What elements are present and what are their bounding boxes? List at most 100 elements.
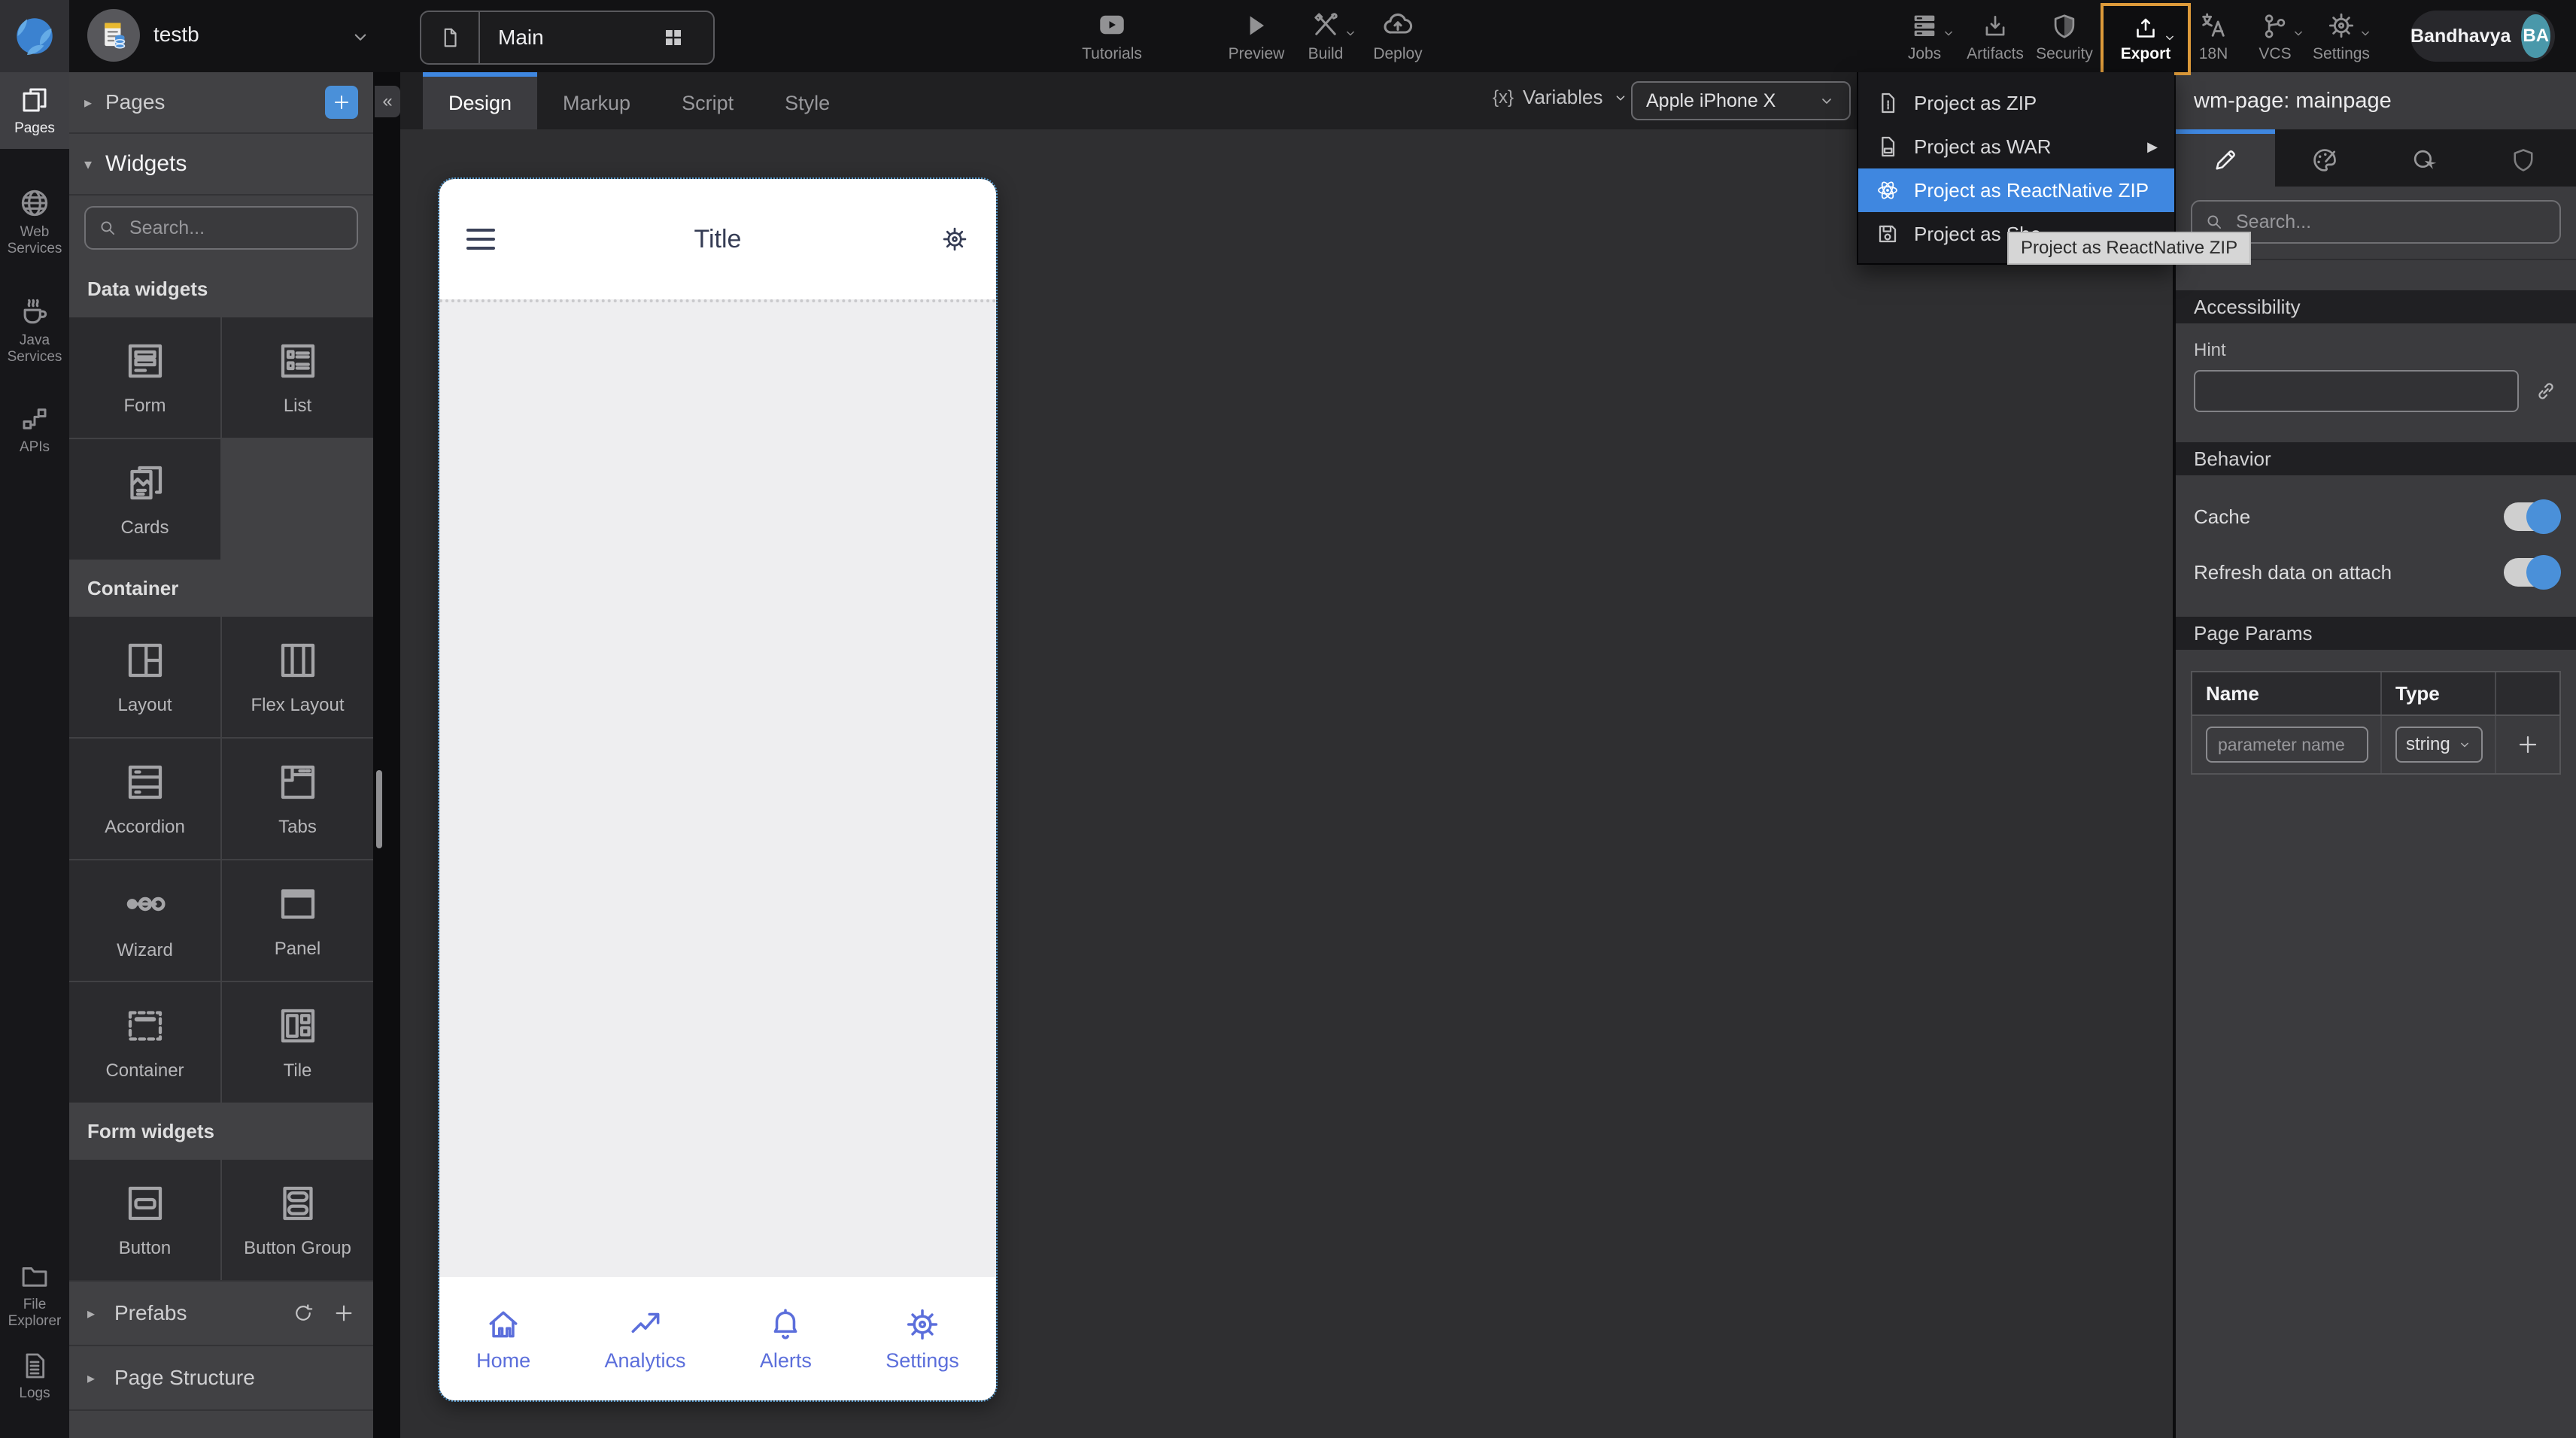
- menu-item-project-as-war[interactable]: Project as WAR ▶: [1858, 125, 2174, 168]
- widget-tile-tile[interactable]: Tile: [222, 982, 373, 1103]
- pages-grid-icon[interactable]: [662, 26, 713, 49]
- widgets-section-header[interactable]: ▾ Widgets: [69, 134, 373, 196]
- phone-header[interactable]: Title: [439, 179, 996, 299]
- nav-item-analytics[interactable]: Analytics: [605, 1306, 686, 1373]
- tab-events[interactable]: [2374, 129, 2474, 187]
- tab-script[interactable]: Script: [656, 72, 759, 129]
- analytics-icon: [627, 1306, 664, 1343]
- widget-tile-accordion[interactable]: Accordion: [69, 739, 220, 859]
- phone-bottom-nav: Home Analytics Alerts Settings: [439, 1277, 996, 1400]
- project-chevron-down-icon[interactable]: [349, 26, 372, 48]
- widget-tile-layout[interactable]: Layout: [69, 617, 220, 737]
- phone-content-area[interactable]: [439, 299, 996, 1280]
- rail-item-apis[interactable]: APIs: [0, 403, 69, 456]
- section-page-params[interactable]: Page Params: [2176, 617, 2576, 650]
- api-nodes-icon: [19, 403, 50, 435]
- project-avatar[interactable]: [87, 9, 140, 62]
- project-name: testb: [153, 23, 199, 47]
- container-widgets-grid: Layout Flex Layout Accordion Tabs Wizard…: [69, 617, 373, 1103]
- layout-widget-icon: [123, 638, 168, 683]
- tab-styles[interactable]: [2275, 129, 2374, 187]
- settings-chevron-down-icon[interactable]: [2358, 26, 2373, 41]
- collapsed-triangle-icon: ▸: [84, 93, 105, 112]
- section-accessibility[interactable]: Accessibility: [2176, 290, 2576, 323]
- page-tab-main[interactable]: Main: [420, 11, 715, 65]
- shield-outline-icon: [2510, 147, 2537, 174]
- user-menu[interactable]: Bandhavya BA: [2410, 11, 2555, 62]
- widget-tile-form[interactable]: Form: [69, 317, 220, 438]
- tab-security[interactable]: [2474, 129, 2573, 187]
- phone-preview[interactable]: Title Home Analytics Alerts: [439, 179, 996, 1400]
- nav-item-settings[interactable]: Settings: [886, 1306, 959, 1373]
- cache-toggle[interactable]: [2504, 502, 2558, 531]
- tab-properties[interactable]: [2176, 129, 2275, 187]
- widget-search[interactable]: [84, 206, 358, 250]
- nav-item-home[interactable]: Home: [476, 1306, 530, 1373]
- zip-file-icon: [1875, 91, 1900, 115]
- deploy-button[interactable]: Deploy: [1356, 8, 1440, 63]
- phone-gear-icon[interactable]: [940, 225, 969, 253]
- param-type-select[interactable]: string: [2395, 727, 2483, 763]
- tab-markup[interactable]: Markup: [537, 72, 656, 129]
- flex-layout-widget-icon: [275, 638, 320, 683]
- widget-tile-container[interactable]: Container: [69, 982, 220, 1103]
- widget-tile-tabs[interactable]: Tabs: [222, 739, 373, 859]
- device-selector[interactable]: Apple iPhone X: [1631, 81, 1851, 120]
- widget-tile-list[interactable]: List: [222, 317, 373, 438]
- properties-panel: wm-page: mainpage Accessibility Hint: [2173, 72, 2576, 1438]
- tab-design[interactable]: Design: [423, 72, 537, 129]
- tab-style[interactable]: Style: [759, 72, 855, 129]
- prefabs-section-header[interactable]: ▸ Prefabs: [69, 1280, 373, 1346]
- nav-item-alerts[interactable]: Alerts: [760, 1306, 812, 1373]
- refresh-icon[interactable]: [292, 1302, 314, 1324]
- settings-button[interactable]: Settings: [2299, 8, 2383, 63]
- rail-item-java-services[interactable]: Java Services: [0, 295, 69, 366]
- react-icon: [1875, 178, 1900, 202]
- collapsed-triangle-icon: ▸: [87, 1304, 108, 1323]
- topbar: testb Main Tutorials Preview: [0, 0, 2576, 72]
- phone-page-title[interactable]: Title: [439, 225, 996, 254]
- widget-tile-flex-layout[interactable]: Flex Layout: [222, 617, 373, 737]
- widget-tile-wizard[interactable]: Wizard: [69, 860, 220, 981]
- page-structure-section-header[interactable]: ▸ Page Structure: [69, 1346, 373, 1411]
- tutorials-button[interactable]: Tutorials: [1070, 8, 1154, 63]
- variables-button[interactable]: {x} Variables: [1493, 86, 1629, 109]
- widget-tile-button[interactable]: Button: [69, 1160, 220, 1280]
- wavemaker-logo[interactable]: [0, 0, 69, 72]
- panel-scrollbar[interactable]: [376, 770, 382, 848]
- col-header-type: Type: [2382, 672, 2496, 714]
- add-param-plus-icon[interactable]: [2516, 733, 2540, 757]
- empty-grid-cell: [222, 439, 373, 560]
- hamburger-menu-icon[interactable]: [466, 229, 495, 250]
- property-search-input[interactable]: [2233, 210, 2547, 235]
- widget-search-input[interactable]: [126, 216, 345, 241]
- home-icon: [485, 1306, 522, 1343]
- bind-link-icon[interactable]: [2534, 379, 2558, 403]
- hint-label: Hint: [2194, 340, 2576, 361]
- widget-tile-button-group[interactable]: Button Group: [222, 1160, 373, 1280]
- rail-item-logs[interactable]: Logs: [0, 1351, 69, 1402]
- menu-item-project-as-zip[interactable]: Project as ZIP: [1858, 81, 2174, 125]
- security-button[interactable]: Security: [2022, 8, 2107, 63]
- expanded-triangle-icon: ▾: [84, 155, 105, 174]
- hint-input[interactable]: [2194, 370, 2519, 412]
- rail-item-file-explorer[interactable]: File Explorer: [0, 1261, 69, 1330]
- collapse-panel-button[interactable]: «: [375, 86, 400, 117]
- export-button[interactable]: Export: [2101, 3, 2191, 75]
- cursor-click-icon: [2410, 146, 2438, 174]
- param-name-input[interactable]: [2206, 727, 2368, 763]
- add-page-button[interactable]: [325, 86, 358, 119]
- refresh-data-toggle[interactable]: [2504, 558, 2558, 587]
- accordion-widget-icon: [123, 760, 168, 805]
- section-behavior[interactable]: Behavior: [2176, 442, 2576, 475]
- cloud-upload-icon: [1381, 8, 1414, 41]
- rail-item-web-services[interactable]: Web Services: [0, 187, 69, 257]
- device-chevron-down-icon: [1818, 92, 1836, 110]
- widget-tile-cards[interactable]: Cards: [69, 439, 220, 560]
- add-prefab-plus-icon[interactable]: [333, 1302, 355, 1324]
- rail-item-pages[interactable]: Pages: [0, 72, 69, 149]
- selected-widget-title: wm-page: mainpage: [2176, 72, 2576, 129]
- menu-item-project-as-reactnative-zip[interactable]: Project as ReactNative ZIP: [1858, 168, 2174, 212]
- widget-tile-panel[interactable]: Panel: [222, 860, 373, 981]
- pages-section-header[interactable]: ▸ Pages: [69, 72, 373, 134]
